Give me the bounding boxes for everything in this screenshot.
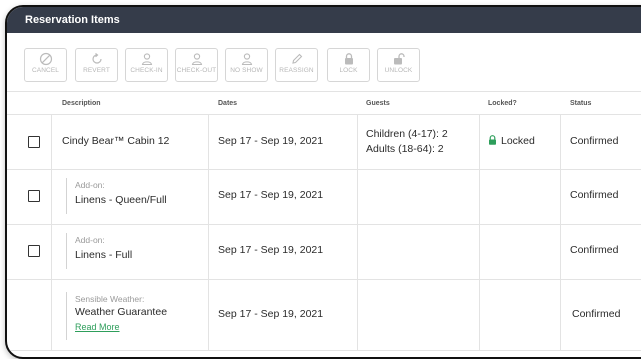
item-status: Confirmed [570,135,619,147]
read-more-link[interactable]: Read More [75,322,120,332]
addon-label: Sensible Weather: [75,294,145,304]
check-out-label: CHECK-OUT [176,67,217,74]
check-in-label: CHECK-IN [130,67,163,74]
addon-label: Add-on: [75,180,105,190]
pencil-icon [291,53,302,64]
locked-status: Locked [488,135,535,147]
item-description: Cindy Bear™ Cabin 12 [62,135,170,147]
check-in-button[interactable]: CHECK-IN [125,48,168,82]
no-show-label: NO SHOW [230,67,263,74]
person-icon [141,53,152,66]
item-dates: Sep 17 - Sep 19, 2021 [218,244,324,256]
locked-label: Locked [501,135,535,147]
item-status: Confirmed [570,189,619,201]
person-icon [241,53,252,66]
unlock-icon [393,53,405,65]
cancel-button[interactable]: CANCEL [24,48,67,82]
reassign-button[interactable]: REASSIGN [275,48,318,82]
unlock-button[interactable]: UNLOCK [377,48,420,82]
no-show-button[interactable]: NO SHOW [225,48,268,82]
lock-button[interactable]: LOCK [327,48,370,82]
table-row: Sensible Weather: Weather Guarantee Read… [7,280,641,351]
lock-label: LOCK [339,67,358,74]
lock-icon [489,135,496,145]
guests-adults: Adults (18-64): 2 [366,143,444,155]
item-status: Confirmed [572,308,621,320]
row-checkbox[interactable] [28,136,40,148]
unlock-label: UNLOCK [384,67,413,74]
row-checkbox[interactable] [28,245,40,257]
table-row: Cindy Bear™ Cabin 12 Sep 17 - Sep 19, 20… [7,115,641,170]
item-description: Weather Guarantee [75,306,168,318]
item-dates: Sep 17 - Sep 19, 2021 [218,308,324,320]
column-header-dates: Dates [218,100,238,107]
item-description: Linens - Queen/Full [75,194,167,206]
guests-children: Children (4-17): 2 [366,128,448,140]
column-header-locked: Locked? [488,100,517,107]
cancel-label: CANCEL [32,67,59,74]
cancel-icon [39,52,52,66]
revert-icon [91,53,102,64]
column-header-description: Description [62,100,101,107]
table-row: Add-on: Linens - Queen/Full Sep 17 - Sep… [7,170,641,225]
item-description: Linens - Full [75,249,133,261]
reservation-items-panel: Reservation Items CANCEL REVERT CHECK-IN… [5,5,641,359]
item-dates: Sep 17 - Sep 19, 2021 [218,135,324,147]
lock-icon [344,53,353,65]
reassign-label: REASSIGN [279,67,314,74]
check-out-button[interactable]: CHECK-OUT [175,48,218,82]
revert-label: REVERT [83,67,110,74]
item-status: Confirmed [570,244,619,256]
table-header: Description Dates Guests Locked? Status [7,92,641,115]
toolbar: CANCEL REVERT CHECK-IN CHECK-OUT NO SHOW… [7,33,641,92]
addon-label: Add-on: [75,235,105,245]
column-header-status: Status [570,100,592,107]
table-row: Add-on: Linens - Full Sep 17 - Sep 19, 2… [7,225,641,280]
panel-title: Reservation Items [7,7,641,33]
item-dates: Sep 17 - Sep 19, 2021 [218,189,324,201]
person-icon [191,53,202,66]
column-header-guests: Guests [366,100,390,107]
row-checkbox[interactable] [28,190,40,202]
revert-button[interactable]: REVERT [75,48,118,82]
